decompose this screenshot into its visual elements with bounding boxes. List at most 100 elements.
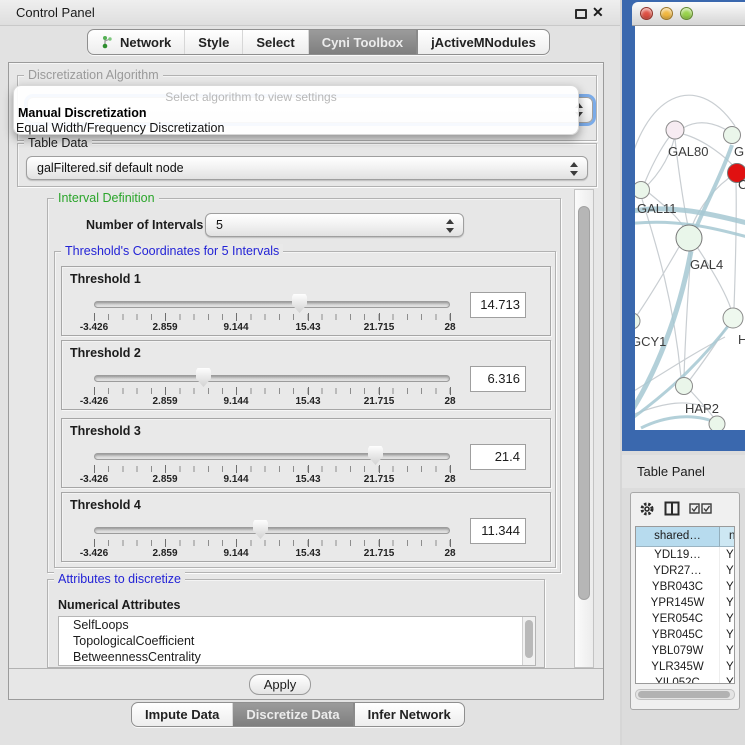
network-window-titlebar[interactable] <box>632 2 745 26</box>
node-gal4[interactable] <box>676 225 702 251</box>
gear-icon[interactable] <box>639 501 655 517</box>
settings-scrollbar-thumb[interactable] <box>578 206 590 600</box>
threshold-3-label: Threshold 3 <box>70 424 141 438</box>
node-gal80[interactable] <box>666 121 684 139</box>
combo-arrows-icon <box>446 218 454 234</box>
cyni-bottom-tabs: Impute Data Discretize Data Infer Networ… <box>131 702 465 727</box>
threshold-3-value-field[interactable]: 21.4 <box>470 444 526 470</box>
table-panel-toolbar <box>631 493 739 525</box>
list-item-betweennesscentrality[interactable]: BetweennessCentrality <box>59 649 535 665</box>
attributes-scrollbar[interactable] <box>522 617 535 665</box>
table-panel: shared… na YDL19…YDL1 YDR27…YDR2 YBR043C… <box>630 492 740 710</box>
number-of-intervals-combobox[interactable]: 5 <box>205 213 464 237</box>
cyni-toolbox-content: Discretization Algorithm Select algorith… <box>8 62 604 700</box>
table-row[interactable]: YPR145WYPR1 <box>636 595 734 611</box>
table-row[interactable]: YBL079WYBL0 <box>636 643 734 659</box>
tab-select[interactable]: Select <box>243 30 308 54</box>
table-horizontal-scrollbar[interactable] <box>635 689 735 700</box>
threshold-4-row: Threshold 4 -3.4262.8599.14415.4321.7152… <box>61 492 551 562</box>
control-panel-tabs: Network Style Select Cyni Toolbox jActiv… <box>87 29 550 55</box>
threshold-2-row: Threshold 2 -3.4262.8599.14415.4321.7152… <box>61 340 551 410</box>
node-right-mid[interactable] <box>723 308 743 328</box>
label-gal80: GAL80 <box>668 144 708 159</box>
threshold-3-ticks <box>94 466 451 472</box>
threshold-4-slider-thumb[interactable] <box>253 520 268 539</box>
tab-cyni-toolbox[interactable]: Cyni Toolbox <box>309 30 417 54</box>
threshold-1-value-field[interactable]: 14.713 <box>470 292 526 318</box>
table-header-row: shared… na <box>636 527 734 547</box>
tab-style[interactable]: Style <box>185 30 243 54</box>
control-panel-titlebar: Control Panel ✕ <box>0 0 620 26</box>
option-manual-discretization[interactable]: Manual Discretization <box>18 106 147 120</box>
table-row[interactable]: YDR27…YDR2 <box>636 563 734 579</box>
combo-arrows-icon <box>570 161 578 177</box>
label-hap2: HAP2 <box>685 401 719 416</box>
table-row[interactable]: YIL052CYIL0 <box>636 675 734 684</box>
threshold-4-slider-track[interactable] <box>94 527 450 534</box>
table-row[interactable]: YER054CYER0 <box>636 611 734 627</box>
tab-infer-network[interactable]: Infer Network <box>354 703 464 726</box>
table-row[interactable]: YDL19…YDL1 <box>636 547 734 563</box>
thresholds-group-label: Threshold's Coordinates for 5 Intervals <box>61 244 283 258</box>
table-row[interactable]: YBR043CYBR0 <box>636 579 734 595</box>
network-view-window: GAL80 G C GAL11 GAL4 GCY1 H HAP2 <box>622 0 745 451</box>
label-partial-right: H <box>738 332 745 347</box>
threshold-1-slider-thumb[interactable] <box>292 294 307 313</box>
table-data-combobox[interactable]: galFiltered.sif default node <box>26 156 588 180</box>
threshold-2-slider-thumb[interactable] <box>196 368 211 387</box>
table-row[interactable]: YBR045CYBR0 <box>636 627 734 643</box>
algorithm-hint: Select algorithm to view settings <box>14 90 488 104</box>
minimize-traffic-light-icon[interactable] <box>660 7 673 20</box>
number-of-intervals-label: Number of Intervals <box>86 218 203 232</box>
list-item-selfloops[interactable]: SelfLoops <box>59 617 535 633</box>
settings-scroll-area: Interval Definition Number of Intervals … <box>15 189 577 668</box>
node-gcy1[interactable] <box>635 313 640 329</box>
apply-row: Apply <box>9 668 603 699</box>
threshold-4-value-field[interactable]: 11.344 <box>470 518 526 544</box>
tab-network-label: Network <box>120 35 171 50</box>
attributes-group-label: Attributes to discretize <box>54 572 185 586</box>
column-header-name[interactable]: na <box>720 527 734 547</box>
interval-definition-group: Interval Definition Number of Intervals … <box>47 198 561 573</box>
attributes-group: Attributes to discretize Numerical Attri… <box>47 579 545 668</box>
table-panel-titlebar: Table Panel <box>622 455 745 488</box>
table-data-label: Table Data <box>24 136 92 150</box>
select-columns-checkboxes-icon[interactable] <box>689 503 713 514</box>
node-gal11[interactable] <box>635 182 650 199</box>
option-equal-width-frequency[interactable]: Equal Width/Frequency Discretization <box>16 121 224 135</box>
network-canvas[interactable]: GAL80 G C GAL11 GAL4 GCY1 H HAP2 <box>635 26 745 430</box>
node-bottom[interactable] <box>709 416 725 430</box>
split-columns-icon[interactable] <box>664 501 680 516</box>
threshold-2-slider-track[interactable] <box>94 375 450 382</box>
float-window-icon[interactable] <box>575 9 587 19</box>
settings-scrollbar[interactable] <box>574 189 594 668</box>
control-panel: Control Panel ✕ Network Style Select Cyn… <box>0 0 620 745</box>
attributes-scrollbar-thumb[interactable] <box>525 620 533 658</box>
threshold-2-ticks <box>94 388 451 394</box>
table-panel-title: Table Panel <box>637 464 705 479</box>
list-item-topologicalcoefficient[interactable]: TopologicalCoefficient <box>59 633 535 649</box>
close-traffic-light-icon[interactable] <box>640 7 653 20</box>
threshold-1-label: Threshold 1 <box>70 272 141 286</box>
threshold-3-slider-track[interactable] <box>94 453 450 460</box>
table-horizontal-scrollbar-thumb[interactable] <box>638 691 730 698</box>
threshold-3-slider-thumb[interactable] <box>368 446 383 465</box>
column-header-shared-name[interactable]: shared… <box>636 527 720 547</box>
thresholds-group: Threshold's Coordinates for 5 Intervals … <box>54 251 556 568</box>
threshold-1-slider-track[interactable] <box>94 301 450 308</box>
zoom-traffic-light-icon[interactable] <box>680 7 693 20</box>
threshold-4-ticks <box>94 540 451 546</box>
node-top-right[interactable] <box>724 127 741 144</box>
discretization-algorithm-label: Discretization Algorithm <box>24 68 163 82</box>
close-icon[interactable]: ✕ <box>592 4 604 21</box>
threshold-2-value-field[interactable]: 6.316 <box>470 366 526 392</box>
node-hap2[interactable] <box>676 378 693 395</box>
tab-jactivemnodules[interactable]: jActiveMNodules <box>417 30 549 54</box>
tab-network[interactable]: Network <box>88 30 185 54</box>
tab-impute-data[interactable]: Impute Data <box>132 703 233 726</box>
table-row[interactable]: YLR345WYLR3 <box>636 659 734 675</box>
tab-discretize-data[interactable]: Discretize Data <box>233 703 353 726</box>
threshold-3-row: Threshold 3 -3.4262.8599.14415.4321.7152… <box>61 418 551 488</box>
numerical-attributes-list: SelfLoops TopologicalCoefficient Between… <box>58 616 536 666</box>
apply-button[interactable]: Apply <box>249 674 311 695</box>
